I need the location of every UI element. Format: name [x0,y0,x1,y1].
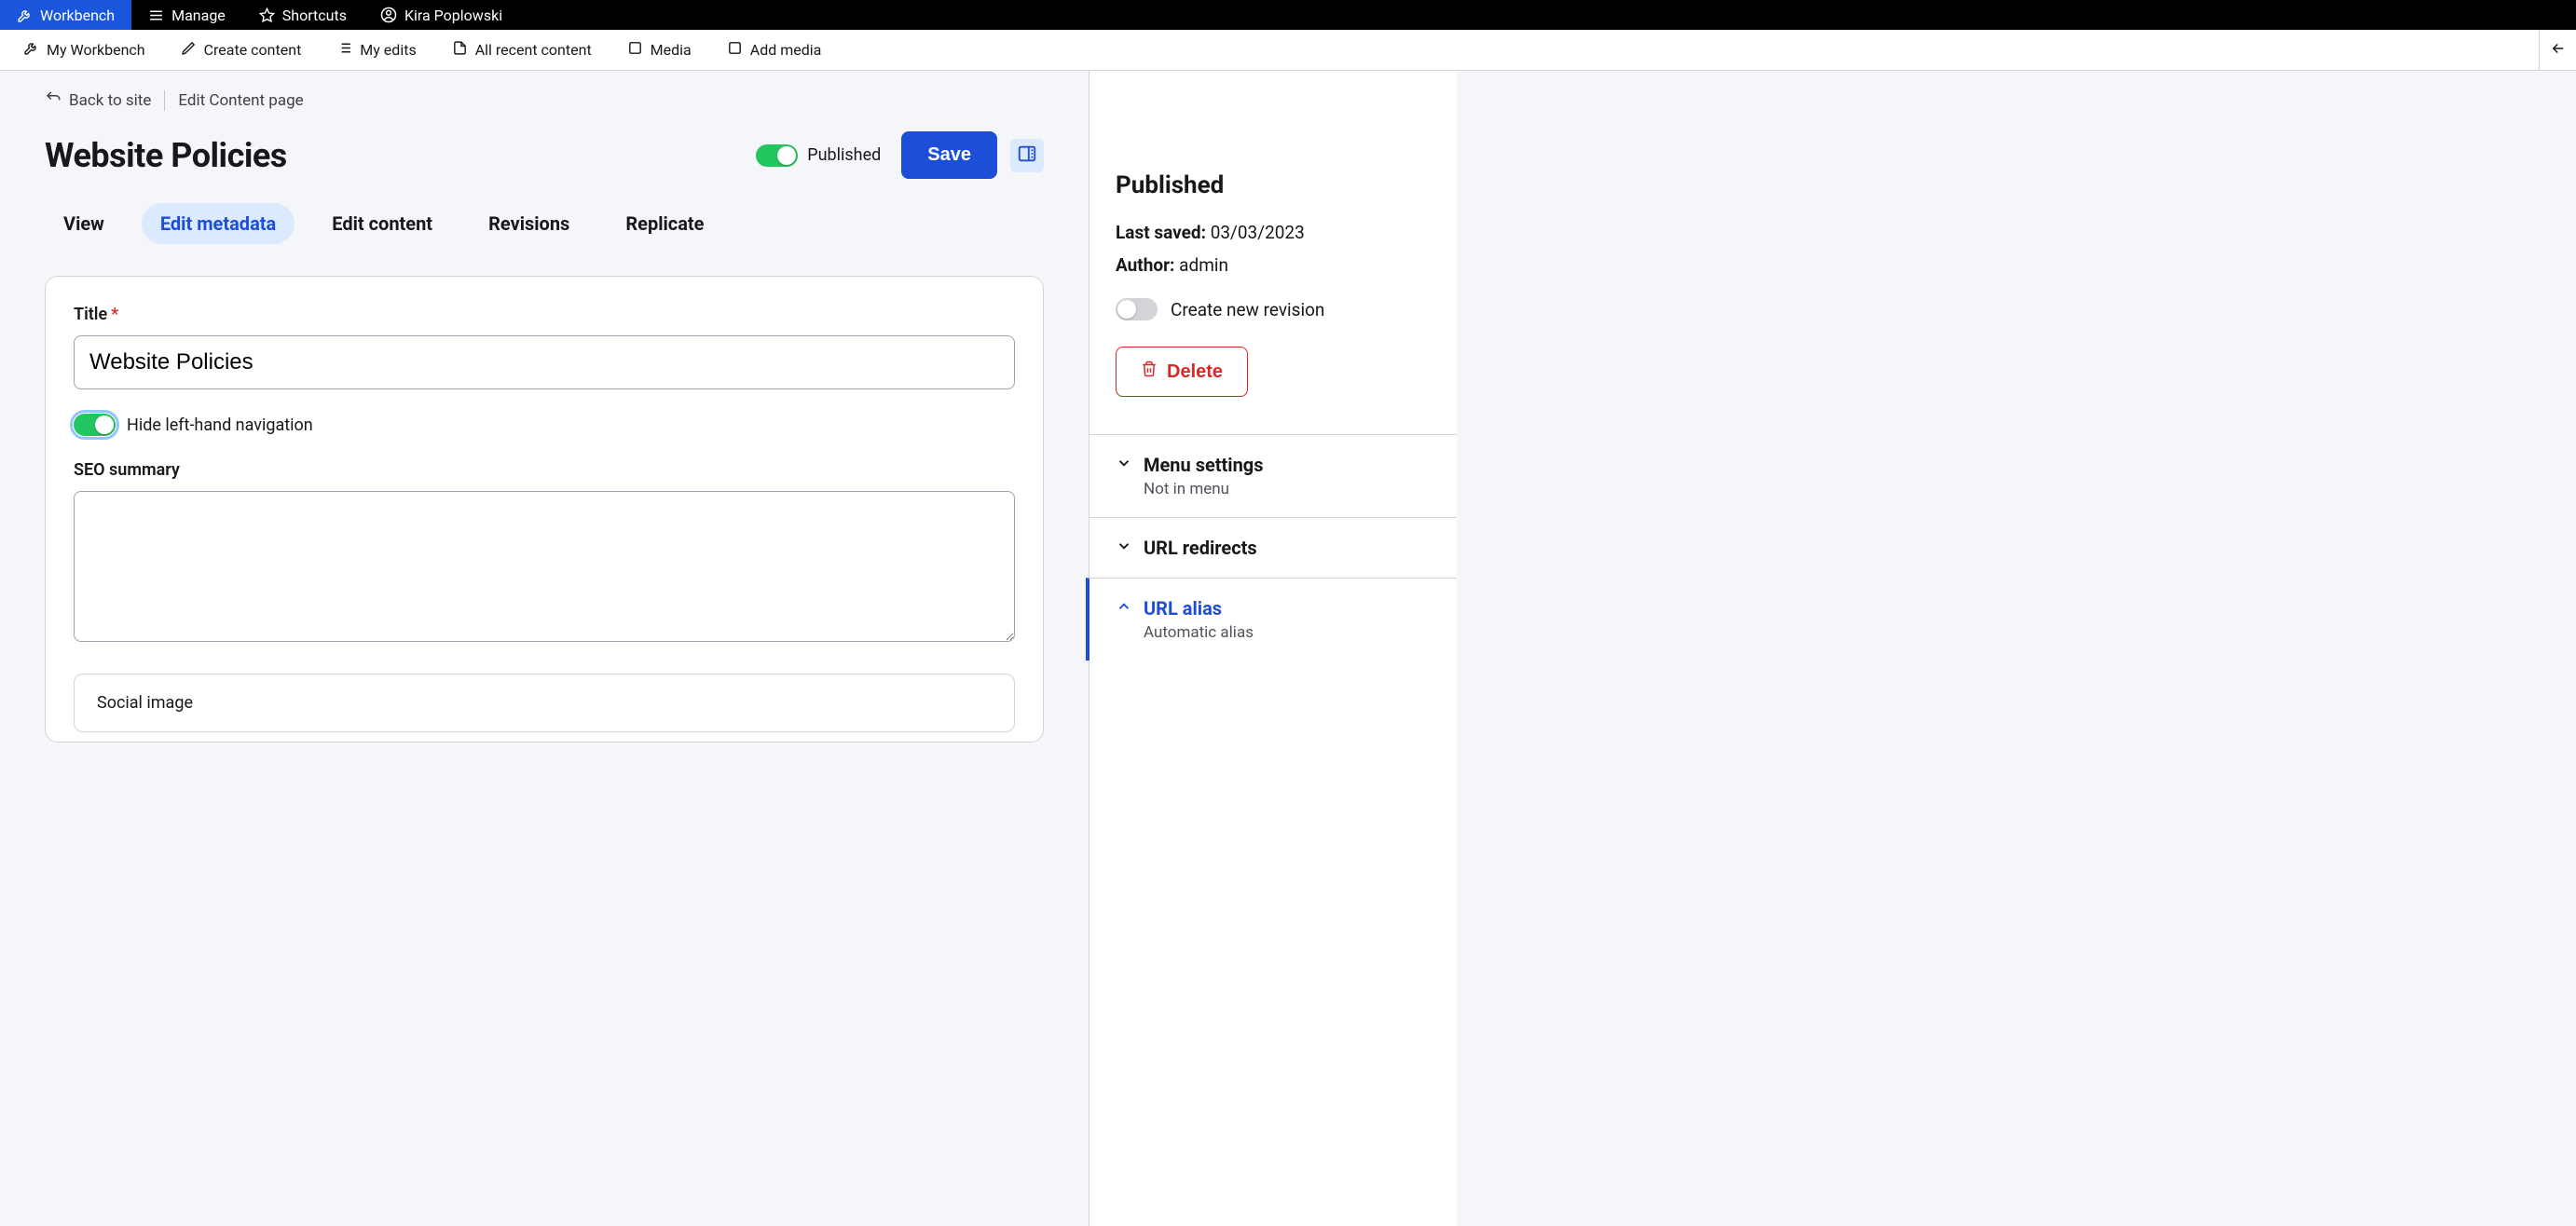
url-redirects-label: URL redirects [1144,537,1257,559]
breadcrumb-separator [164,90,165,111]
tab-view[interactable]: View [45,203,123,244]
user-icon [380,7,397,23]
pencil-icon [181,40,197,60]
author-label: Author: [1116,254,1174,276]
last-saved-value: 03/03/2023 [1211,222,1305,243]
topbar-user-label: Kira Poplowski [404,7,502,24]
breadcrumb: Back to site Edit Content page [45,89,1044,111]
accordion-menu-settings[interactable]: Menu settings Not in menu [1089,434,1457,517]
square-plus-icon [727,40,743,60]
list-icon [336,40,352,60]
sec-add-media-label: Add media [750,41,822,59]
star-icon [259,7,275,23]
title-label: Title [74,305,107,324]
arrow-left-icon [2550,40,2567,61]
delete-label: Delete [1167,361,1223,383]
seo-summary-label: SEO summary [74,460,180,480]
metadata-form-card: Title * Hide left-hand navigation SEO su… [45,276,1044,742]
topbar-user[interactable]: Kira Poplowski [363,0,519,30]
last-saved-line: Last saved: 03/03/2023 [1116,222,1431,243]
document-icon [452,40,468,60]
menu-settings-sub: Not in menu [1144,480,1431,498]
hide-nav-label: Hide left-hand navigation [127,415,313,435]
social-image-label: Social image [97,693,193,713]
save-button[interactable]: Save [901,131,997,179]
wrench-icon [17,7,33,23]
topbar-manage[interactable]: Manage [131,0,242,30]
side-status-heading: Published [1116,171,1431,199]
topbar-workbench[interactable]: Workbench [0,0,131,30]
sec-my-edits-label: My edits [360,41,416,59]
sec-my-edits[interactable]: My edits [319,30,433,70]
content-tabs: View Edit metadata Edit content Revision… [45,203,1044,244]
url-alias-sub: Automatic alias [1144,623,1431,642]
back-arrow-icon [45,89,62,111]
tab-replicate[interactable]: Replicate [607,203,722,244]
sec-my-workbench[interactable]: My Workbench [6,30,163,70]
chevron-down-icon [1116,454,1132,476]
menu-settings-label: Menu settings [1144,454,1264,476]
required-indicator: * [111,305,118,324]
create-revision-label: Create new revision [1171,299,1324,320]
breadcrumb-current: Edit Content page [178,91,303,110]
chevron-down-icon [1116,537,1132,559]
sec-all-recent[interactable]: All recent content [434,30,610,70]
back-label: Back to site [69,91,151,110]
author-value: admin [1179,254,1228,276]
sec-create-content-label: Create content [204,41,302,59]
published-toggle[interactable] [756,144,798,167]
topbar-workbench-label: Workbench [40,7,115,24]
seo-summary-textarea[interactable] [74,491,1015,642]
trash-icon [1141,361,1158,383]
sec-my-workbench-label: My Workbench [47,41,145,59]
sec-collapse-button[interactable] [2539,30,2576,70]
create-revision-toggle[interactable] [1116,298,1158,320]
social-image-section: Social image [74,674,1015,732]
last-saved-label: Last saved: [1116,222,1206,243]
accordion-url-redirects[interactable]: URL redirects [1089,517,1457,578]
topbar-shortcuts-label: Shortcuts [282,7,347,24]
back-to-site-link[interactable]: Back to site [45,89,151,111]
sec-create-content[interactable]: Create content [163,30,320,70]
square-icon [627,40,643,60]
toggle-sidebar-button[interactable] [1010,139,1044,172]
published-label: Published [807,145,881,165]
hide-nav-toggle[interactable] [74,414,116,436]
topbar-manage-label: Manage [171,7,226,24]
url-alias-label: URL alias [1144,597,1222,620]
topbar-shortcuts[interactable]: Shortcuts [242,0,363,30]
title-input[interactable] [74,335,1015,389]
tab-edit-content[interactable]: Edit content [313,203,451,244]
menu-icon [148,7,164,23]
accordion-url-alias[interactable]: URL alias Automatic alias [1086,578,1457,661]
author-line: Author: admin [1116,254,1431,276]
tab-edit-metadata[interactable]: Edit metadata [142,203,295,244]
sec-add-media[interactable]: Add media [709,30,840,70]
page-title: Website Policies [45,136,287,175]
sec-media-label: Media [651,41,692,59]
delete-button[interactable]: Delete [1116,347,1248,397]
tab-revisions[interactable]: Revisions [470,203,588,244]
sec-all-recent-label: All recent content [475,41,592,59]
sec-media[interactable]: Media [610,30,709,70]
wrench-icon [23,40,39,60]
chevron-up-icon [1116,597,1132,620]
sidebar-panel-icon [1017,143,1037,168]
